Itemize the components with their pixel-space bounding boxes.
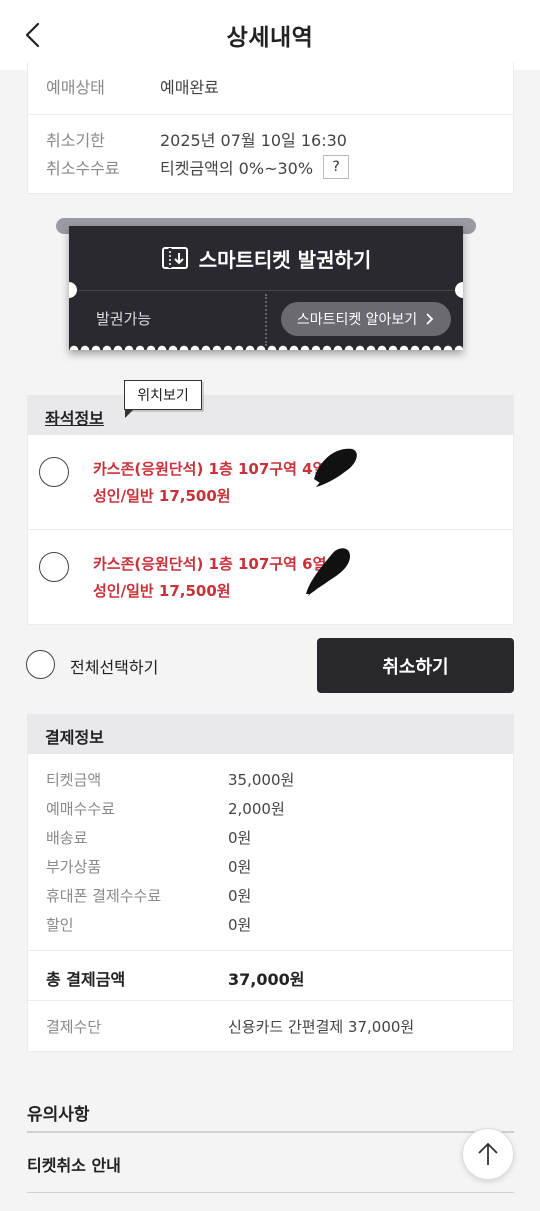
payment-info-header: 결제정보 <box>27 714 514 754</box>
seat-info-header: 좌석정보 <box>27 395 514 435</box>
smart-ticket-area: 스마트티켓 발권하기 발권가능 스마트티켓 알아보기 <box>56 218 476 358</box>
arrow-up-icon <box>478 1142 498 1165</box>
payment-method-row: 결제수단 신용카드 간편결제 37,000원 <box>28 1016 414 1037</box>
seat-price: 성인/일반 17,500원 <box>93 487 231 505</box>
fee-row: 취소수수료 티켓금액의 0%~30% ? <box>28 155 350 179</box>
header-bar: 상세내역 <box>0 0 540 70</box>
smart-ticket-info-button[interactable]: 스마트티켓 알아보기 <box>281 302 451 336</box>
deadline-label: 취소기한 <box>46 131 105 150</box>
total-value: 37,000원 <box>228 970 305 989</box>
total-row: 총 결제금액 37,000원 <box>28 966 304 990</box>
ticket-download-icon <box>161 247 188 269</box>
payment-method-value: 신용카드 간편결제 37,000원 <box>228 1018 415 1036</box>
ticket-dashed-divider <box>265 294 267 346</box>
deadline-value: 2025년 07월 10일 16:30 <box>160 131 347 150</box>
seat-price: 성인/일반 17,500원 <box>93 582 231 600</box>
view-location-tooltip[interactable]: 위치보기 <box>124 380 202 418</box>
ticket-issue-header: 스마트티켓 발권하기 <box>69 226 463 290</box>
back-arrow-icon[interactable] <box>22 22 46 48</box>
payment-row-value: 0원 <box>228 916 252 934</box>
fee-value: 티켓금액의 0%~30% <box>160 159 314 178</box>
payment-row: 티켓금액 35,000원 <box>28 769 294 790</box>
cancel-guide-item[interactable]: 티켓취소 안내 <box>27 1152 121 1176</box>
payment-row: 배송료 0원 <box>28 827 251 848</box>
seat-item[interactable]: 카스존(응원단석) 1층 107구역 4열 성인/일반 17,500원 <box>27 435 514 530</box>
booking-status-card: 예매상태 예매완료 취소기한 2025년 07월 10일 16:30 취소수수료… <box>27 62 514 194</box>
payment-row-value: 0원 <box>228 858 252 876</box>
smart-ticket-issue-button[interactable]: 스마트티켓 발권하기 발권가능 스마트티켓 알아보기 <box>69 226 463 350</box>
seat-location: 카스존(응원단석) 1층 107구역 4열 <box>93 460 327 478</box>
payment-row-label: 배송료 <box>46 829 88 847</box>
scroll-top-button[interactable] <box>462 1128 514 1180</box>
divider <box>27 1192 514 1193</box>
ticket-notch-right <box>455 282 463 298</box>
status-label: 예매상태 <box>46 78 105 97</box>
page-title: 상세내역 <box>226 25 314 51</box>
divider <box>27 1131 514 1133</box>
ticket-perforation <box>69 345 463 350</box>
ticket-issue-label: 스마트티켓 발권하기 <box>198 247 372 272</box>
payment-row-value: 0원 <box>228 829 252 847</box>
payment-row: 할인 0원 <box>28 914 251 935</box>
seat-select-radio[interactable] <box>39 552 69 582</box>
seat-location: 카스존(응원단석) 1층 107구역 6열 <box>93 555 327 573</box>
divider <box>28 114 513 115</box>
redaction-scribble <box>314 448 357 487</box>
payment-row-label: 부가상품 <box>46 858 102 876</box>
status-value: 예매완료 <box>160 78 219 97</box>
payment-row: 휴대폰 결제수수료 0원 <box>28 885 251 906</box>
payment-row-value: 2,000원 <box>228 800 285 818</box>
seat-info-title: 좌석정보 <box>45 409 104 428</box>
payment-info-title: 결제정보 <box>45 728 104 747</box>
payment-row-label: 휴대폰 결제수수료 <box>46 887 162 905</box>
redaction-scribble <box>306 548 350 596</box>
deadline-row: 취소기한 2025년 07월 10일 16:30 <box>28 127 347 151</box>
payment-row: 예매수수료 2,000원 <box>28 798 285 819</box>
payment-row: 부가상품 0원 <box>28 856 251 877</box>
payment-method-label: 결제수단 <box>46 1018 102 1036</box>
seat-select-radio[interactable] <box>39 457 69 487</box>
cancel-button[interactable]: 취소하기 <box>317 638 514 693</box>
seat-item[interactable]: 카스존(응원단석) 1층 107구역 6열 성인/일반 17,500원 <box>27 530 514 625</box>
divider <box>28 1000 513 1001</box>
divider <box>28 950 513 951</box>
payment-row-label: 티켓금액 <box>46 771 102 789</box>
payment-info-card: 티켓금액 35,000원 예매수수료 2,000원 배송료 0원 부가상품 0원… <box>27 754 514 1052</box>
seat-description: 카스존(응원단석) 1층 107구역 6열 성인/일반 17,500원 <box>93 551 326 605</box>
seat-description: 카스존(응원단석) 1층 107구역 4열 성인/일반 17,500원 <box>93 456 326 510</box>
payment-row-value: 35,000원 <box>228 771 295 789</box>
select-all-radio[interactable] <box>26 650 55 679</box>
notice-title: 유의사항 <box>27 1105 90 1125</box>
fee-label: 취소수수료 <box>46 159 120 178</box>
chevron-right-icon <box>426 313 434 325</box>
select-all-label[interactable]: 전체선택하기 <box>70 654 158 678</box>
status-row: 예매상태 예매완료 <box>28 74 219 98</box>
ticket-divider <box>69 290 463 291</box>
total-label: 총 결제금액 <box>46 970 126 989</box>
help-button[interactable]: ? <box>323 155 350 179</box>
payment-row-label: 예매수수료 <box>46 800 116 818</box>
smart-ticket-info-label: 스마트티켓 알아보기 <box>296 312 418 328</box>
payment-row-label: 할인 <box>46 916 74 934</box>
payment-row-value: 0원 <box>228 887 252 905</box>
ticket-availability: 발권가능 <box>96 310 152 328</box>
